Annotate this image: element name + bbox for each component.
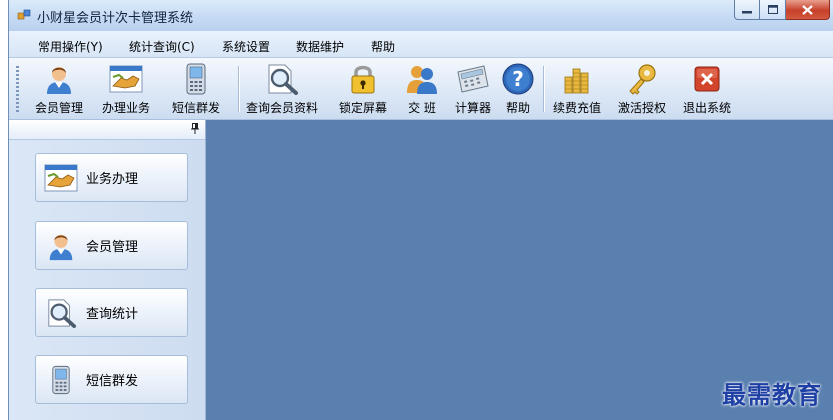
help-icon: ? (502, 63, 534, 95)
member-icon (47, 67, 71, 94)
toolbar-label: 激活授权 (618, 101, 667, 115)
maximize-icon (767, 5, 778, 14)
toolbar-shift-handover-button[interactable]: 交 班 (404, 62, 440, 118)
menu-system-settings[interactable]: 系统设置 (222, 38, 270, 55)
toolbar-grip[interactable] (16, 66, 19, 112)
toolbar-lock-screen-button[interactable]: 锁定屏幕 (339, 62, 387, 118)
close-icon (802, 4, 813, 15)
sidebar-item-members[interactable]: 会员管理 (35, 221, 188, 270)
phone-icon (186, 63, 206, 95)
toolbar-label: 锁定屏幕 (339, 101, 388, 115)
exit-icon (694, 66, 720, 92)
maximize-button[interactable] (760, 0, 786, 20)
sidebar-item-label: 短信群发 (86, 374, 139, 389)
toolbar-label: 交 班 (408, 101, 436, 115)
search-document-icon (48, 298, 76, 328)
coins-icon (564, 68, 589, 94)
toolbar-separator (543, 66, 544, 112)
window-controls (734, 0, 830, 20)
search-document-icon (268, 64, 298, 95)
menu-statistics-query[interactable]: 统计查询(C) (129, 38, 195, 55)
toolbar-activate-license-button[interactable]: 激活授权 (618, 62, 666, 118)
toolbar-label: 会员管理 (35, 101, 84, 115)
key-icon (629, 64, 656, 95)
workspace-area: 最需教育 (206, 120, 833, 420)
menu-help[interactable]: 帮助 (371, 38, 395, 55)
toolbar-label: 续费充值 (553, 101, 602, 115)
toolbar-member-management-button[interactable]: 会员管理 (35, 62, 83, 118)
toolbar-label: 查询会员资料 (246, 101, 319, 115)
title-bar[interactable]: 小财星会员计次卡管理系统 (9, 0, 833, 31)
sidebar-item-query-statistics[interactable]: 查询统计 (35, 288, 188, 337)
users-icon (407, 66, 437, 94)
toolbar-label: 短信群发 (172, 101, 221, 115)
sidebar-header (9, 120, 205, 140)
handshake-icon (44, 164, 78, 191)
toolbar-label: 办理业务 (102, 101, 151, 115)
toolbar-label: 计算器 (455, 101, 492, 115)
minimize-button[interactable] (734, 0, 760, 20)
menu-data-maintenance[interactable]: 数据维护 (296, 38, 344, 55)
toolbar-label: 帮助 (505, 101, 530, 115)
sidebar-item-label: 业务办理 (86, 172, 139, 187)
sidebar-item-label: 查询统计 (86, 307, 139, 322)
handshake-icon (109, 65, 143, 93)
sidebar-item-business[interactable]: 业务办理 (35, 153, 188, 202)
app-window: 小财星会员计次卡管理系统 常用操作(Y) 统计查询(C) 系统设置 数据维护 帮… (8, 0, 833, 420)
toolbar-separator (238, 66, 239, 112)
phone-icon (52, 365, 70, 394)
toolbar-help-button[interactable]: ? 帮助 (500, 62, 536, 118)
app-icon (17, 9, 31, 20)
sidebar-item-sms[interactable]: 短信群发 (35, 355, 188, 404)
menu-bar: 常用操作(Y) 统计查询(C) 系统设置 数据维护 帮助 (9, 31, 833, 58)
toolbar-label: 退出系统 (683, 101, 732, 115)
sidebar-item-label: 会员管理 (86, 240, 139, 255)
toolbar-handle-business-button[interactable]: 办理业务 (102, 62, 150, 118)
calculator-icon (457, 65, 489, 93)
toolbar-query-member-info-button[interactable]: 查询会员资料 (246, 62, 318, 118)
toolbar-exit-system-button[interactable]: 退出系统 (683, 62, 731, 118)
toolbar: 会员管理 办理业务 短信群发 查询会员资料 锁定屏幕 交 班 计算器 ? 帮助 … (9, 58, 833, 120)
toolbar-calculator-button[interactable]: 计算器 (455, 62, 491, 118)
menu-common-operations[interactable]: 常用操作(Y) (38, 38, 103, 55)
svg-text:?: ? (512, 67, 524, 91)
close-button[interactable] (786, 0, 830, 20)
toolbar-sms-broadcast-button[interactable]: 短信群发 (172, 62, 220, 118)
lock-icon (351, 65, 375, 94)
minimize-icon (742, 10, 752, 13)
watermark: 最需教育 (722, 380, 822, 409)
member-icon (49, 234, 73, 260)
pin-icon[interactable] (191, 123, 199, 134)
toolbar-recharge-button[interactable]: 续费充值 (553, 62, 601, 118)
window-title: 小财星会员计次卡管理系统 (37, 11, 194, 26)
sidebar: 业务办理 会员管理 查询统计 短信群发 (9, 120, 206, 420)
